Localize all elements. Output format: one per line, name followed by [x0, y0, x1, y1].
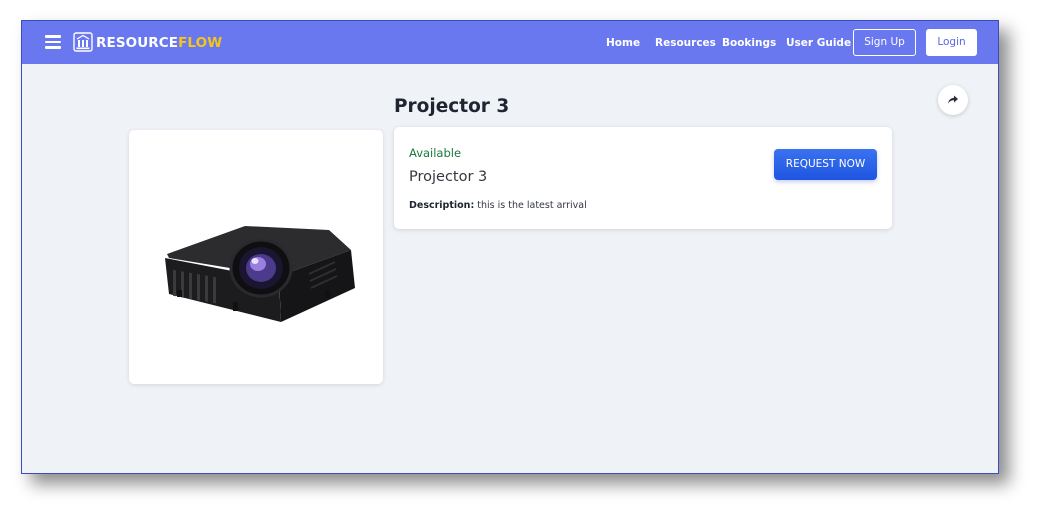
nav-link-bookings[interactable]: Bookings	[722, 37, 776, 50]
menu-icon[interactable]	[45, 35, 61, 49]
resource-image-card	[129, 130, 383, 384]
availability-status: Available	[409, 146, 462, 160]
app-window: RESOURCEFLOW Home Resources Bookings Use…	[21, 20, 999, 474]
brand-part2: FLOW	[178, 35, 223, 51]
brand-name[interactable]: RESOURCEFLOW	[96, 35, 222, 51]
share-button[interactable]	[938, 85, 968, 115]
top-navbar: RESOURCEFLOW Home Resources Bookings Use…	[22, 21, 998, 64]
nav-link-resources[interactable]: Resources	[655, 37, 716, 50]
login-button[interactable]: Login	[926, 29, 977, 56]
page-title: Projector 3	[394, 96, 510, 117]
nav-link-home[interactable]: Home	[606, 37, 640, 50]
projector-image	[165, 226, 355, 322]
resource-name: Projector 3	[409, 169, 488, 185]
request-now-button[interactable]: REQUEST NOW	[774, 149, 877, 180]
resourceflow-logo-icon[interactable]	[73, 32, 93, 52]
nav-link-user-guide[interactable]: User Guide	[786, 37, 851, 50]
sign-up-button[interactable]: Sign Up	[853, 29, 916, 56]
resource-info-card: Available Projector 3 Description: this …	[394, 127, 892, 229]
share-icon	[948, 95, 958, 104]
resource-description: Description: this is the latest arrival	[409, 200, 587, 212]
brand-part1: RESOURCE	[96, 35, 179, 51]
description-label: Description:	[409, 200, 475, 211]
description-text: this is the latest arrival	[477, 200, 587, 211]
